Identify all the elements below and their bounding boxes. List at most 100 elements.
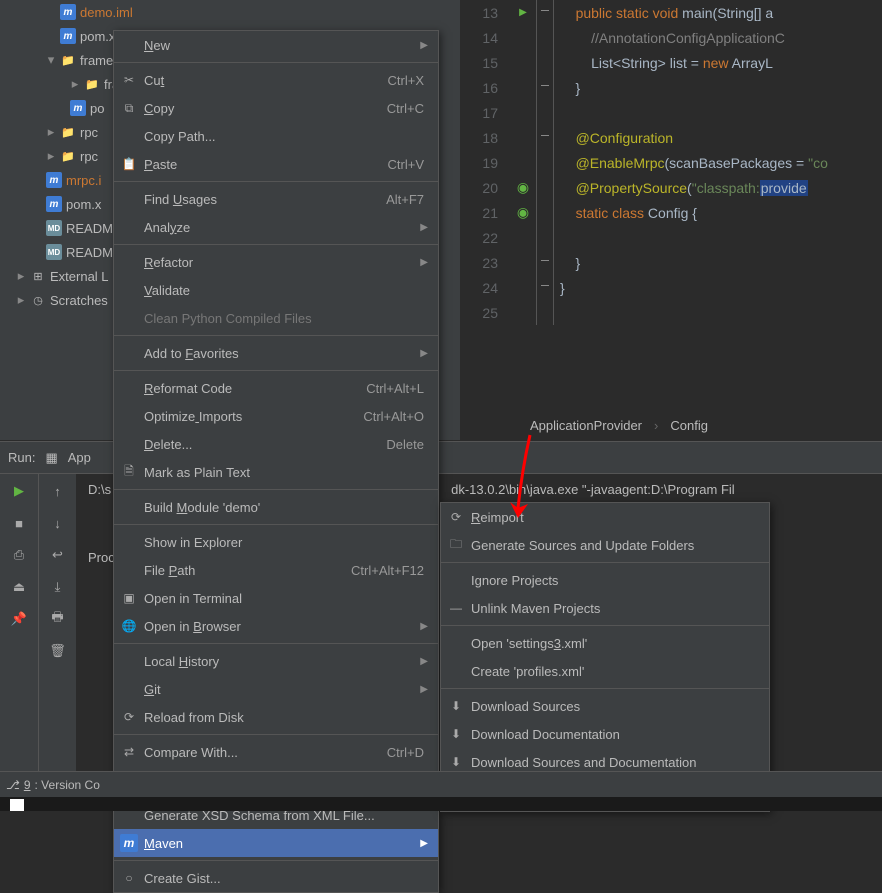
- folder-icon: 📁: [60, 124, 76, 140]
- pin-icon[interactable]: 📌: [8, 608, 30, 630]
- code-line[interactable]: 17: [460, 100, 882, 125]
- line-number: 22: [460, 230, 510, 246]
- exit-icon[interactable]: ⏏: [8, 576, 30, 598]
- menu-item-build-module-demo[interactable]: Build Module 'demo': [114, 493, 438, 521]
- dump-threads-icon[interactable]: ⎙: [8, 544, 30, 566]
- menu-item-validate[interactable]: Validate: [114, 276, 438, 304]
- fold-indicator[interactable]: [536, 150, 554, 175]
- menu-item-analyze[interactable]: Analyze▶: [114, 213, 438, 241]
- tree-item[interactable]: mdemo.iml: [0, 0, 460, 24]
- submenu-item-unlink-maven-projects[interactable]: —Unlink Maven Projects: [441, 594, 769, 622]
- code-line[interactable]: 14 //AnnotationConfigApplicationC: [460, 25, 882, 50]
- fold-indicator[interactable]: [536, 175, 554, 200]
- code-line[interactable]: 23 }: [460, 250, 882, 275]
- menu-item-label: Clean Python Compiled Files: [144, 311, 424, 326]
- code-line[interactable]: 21◉ static class Config {: [460, 200, 882, 225]
- code-line[interactable]: 16 }: [460, 75, 882, 100]
- code-line[interactable]: 18 @Configuration: [460, 125, 882, 150]
- submenu-item-download-documentation[interactable]: ⬇Download Documentation: [441, 720, 769, 748]
- menu-item-compare-with[interactable]: ⇄Compare With...Ctrl+D: [114, 738, 438, 766]
- print-icon[interactable]: 🖶: [47, 608, 69, 630]
- menu-item-delete[interactable]: Delete...Delete: [114, 430, 438, 458]
- fold-indicator[interactable]: [536, 50, 554, 75]
- fold-indicator[interactable]: [536, 300, 554, 325]
- chevron-right-icon[interactable]: ▸: [16, 295, 26, 305]
- chevron-right-icon[interactable]: ▸: [70, 79, 80, 89]
- menu-item-file-path[interactable]: File PathCtrl+Alt+F12: [114, 556, 438, 584]
- code-line[interactable]: 13▶ public static void main(String[] a: [460, 0, 882, 25]
- menu-item-optimize-imports[interactable]: Optimize ImportsCtrl+Alt+O: [114, 402, 438, 430]
- submenu-item-download-sources[interactable]: ⬇Download Sources: [441, 692, 769, 720]
- menu-separator: [114, 335, 438, 336]
- vc-number: 9: [24, 778, 31, 792]
- scroll-icon[interactable]: ⤓: [47, 576, 69, 598]
- menu-item-find-usages[interactable]: Find UsagesAlt+F7: [114, 185, 438, 213]
- context-menu[interactable]: New▶ ✂CutCtrl+X⧉CopyCtrl+CCopy Path...📋Pa…: [113, 30, 439, 893]
- version-control-tool[interactable]: ⎇ 9: Version Co: [6, 778, 100, 792]
- chevron-right-icon[interactable]: ▸: [46, 127, 56, 137]
- submenu-item-reimport[interactable]: ⟳Reimport: [441, 503, 769, 531]
- bean-gutter-icon: ◉: [510, 179, 536, 196]
- menu-item-maven[interactable]: mMaven▶: [114, 829, 438, 857]
- menu-item-git[interactable]: Git▶: [114, 675, 438, 703]
- code-line[interactable]: 19 @EnableMrpc(scanBasePackages = "co: [460, 150, 882, 175]
- menu-item-mark-as-plain-text[interactable]: 🗎Mark as Plain Text: [114, 458, 438, 486]
- code-line[interactable]: 22: [460, 225, 882, 250]
- rerun-icon[interactable]: ▶: [8, 480, 30, 502]
- menu-item-label: Download Sources: [471, 699, 755, 714]
- code-line[interactable]: 20◉ @PropertySource("classpath:provide: [460, 175, 882, 200]
- menu-item-cut[interactable]: ✂CutCtrl+X: [114, 66, 438, 94]
- chevron-down-icon[interactable]: ▾: [46, 55, 56, 65]
- menu-item-open-in-browser[interactable]: 🌐Open in Browser▶: [114, 612, 438, 640]
- submenu-item-generate-sources-and-update-folders[interactable]: 🗀Generate Sources and Update Folders: [441, 531, 769, 559]
- run-label: Run:: [8, 450, 35, 465]
- menu-item-create-gist[interactable]: ○Create Gist...: [114, 864, 438, 892]
- menu-item-new[interactable]: New▶: [114, 31, 438, 59]
- breadcrumb-item[interactable]: ApplicationProvider: [530, 418, 642, 433]
- fold-indicator[interactable]: [536, 250, 554, 275]
- reload-icon: ⟳: [120, 708, 138, 726]
- shortcut-label: Ctrl+X: [388, 73, 424, 88]
- fold-indicator[interactable]: [536, 0, 554, 25]
- menu-item-copy[interactable]: ⧉CopyCtrl+C: [114, 94, 438, 122]
- windows-taskbar[interactable]: [0, 797, 882, 811]
- menu-item-open-in-terminal[interactable]: ▣Open in Terminal: [114, 584, 438, 612]
- windows-logo-icon[interactable]: [10, 799, 24, 811]
- fold-indicator[interactable]: [536, 275, 554, 300]
- menu-item-add-to-favorites[interactable]: Add to Favorites▶: [114, 339, 438, 367]
- menu-item-paste[interactable]: 📋PasteCtrl+V: [114, 150, 438, 178]
- breadcrumb[interactable]: ApplicationProvider › Config: [530, 418, 708, 433]
- code-line[interactable]: 25: [460, 300, 882, 325]
- context-submenu-maven[interactable]: ⟳Reimport🗀Generate Sources and Update Fo…: [440, 502, 770, 812]
- code-line[interactable]: 24}: [460, 275, 882, 300]
- down-icon[interactable]: ↓: [47, 512, 69, 534]
- chevron-right-icon[interactable]: ▸: [16, 271, 26, 281]
- menu-item-reload-from-disk[interactable]: ⟳Reload from Disk: [114, 703, 438, 731]
- line-number: 13: [460, 5, 510, 21]
- stop-icon[interactable]: ■: [8, 512, 30, 534]
- up-icon[interactable]: ↑: [47, 480, 69, 502]
- soft-wrap-icon[interactable]: ↩: [47, 544, 69, 566]
- fold-indicator[interactable]: [536, 200, 554, 225]
- vcs-icon: ⎇: [6, 778, 20, 792]
- run-toolbar-left: ▶ ■ ⎙ ⏏ 📌: [0, 474, 38, 771]
- submenu-item-ignore-projects[interactable]: Ignore Projects: [441, 566, 769, 594]
- code-editor[interactable]: 13▶ public static void main(String[] a14…: [460, 0, 882, 410]
- fold-indicator[interactable]: [536, 100, 554, 125]
- code-line[interactable]: 15 List<String> list = new ArrayL: [460, 50, 882, 75]
- fold-indicator[interactable]: [536, 225, 554, 250]
- fold-indicator[interactable]: [536, 25, 554, 50]
- menu-item-show-in-explorer[interactable]: Show in Explorer: [114, 528, 438, 556]
- submenu-item-open-settings3-xml[interactable]: Open 'settings3.xml': [441, 629, 769, 657]
- menu-item-local-history[interactable]: Local History▶: [114, 647, 438, 675]
- menu-item-label: Open in Browser: [144, 619, 424, 634]
- submenu-item-create-profiles-xml[interactable]: Create 'profiles.xml': [441, 657, 769, 685]
- clear-icon[interactable]: 🗑: [47, 640, 69, 662]
- fold-indicator[interactable]: [536, 125, 554, 150]
- breadcrumb-item[interactable]: Config: [670, 418, 708, 433]
- menu-item-copy-path[interactable]: Copy Path...: [114, 122, 438, 150]
- menu-item-reformat-code[interactable]: Reformat CodeCtrl+Alt+L: [114, 374, 438, 402]
- chevron-right-icon[interactable]: ▸: [46, 151, 56, 161]
- menu-item-refactor[interactable]: Refactor▶: [114, 248, 438, 276]
- fold-indicator[interactable]: [536, 75, 554, 100]
